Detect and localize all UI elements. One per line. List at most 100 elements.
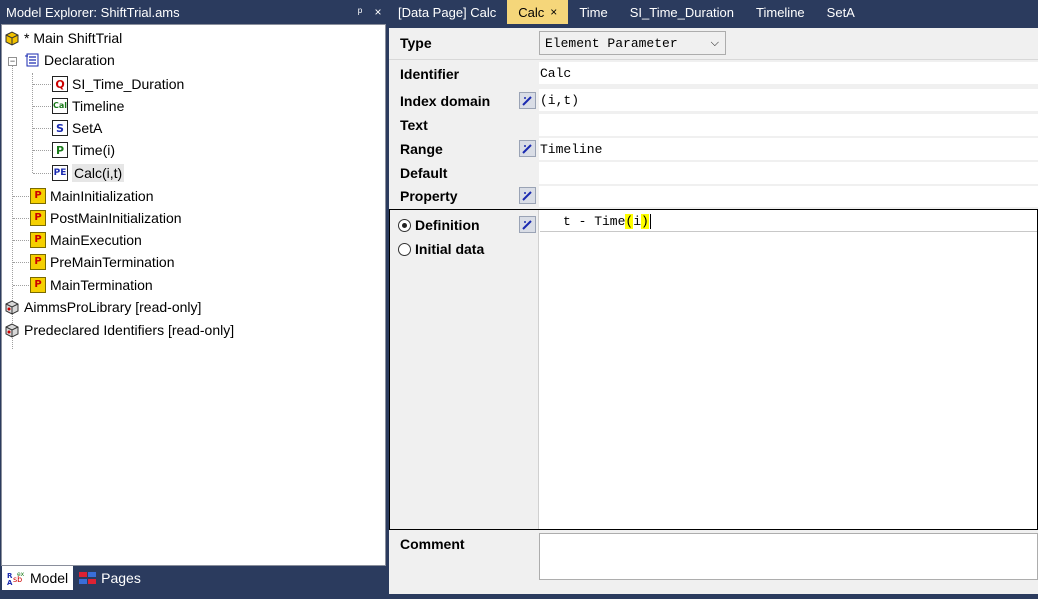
pages-tab-icon <box>79 572 97 584</box>
tree-item-label: Predeclared Identifiers [read-only] <box>24 322 235 338</box>
definition-radio[interactable]: Definition <box>398 217 480 233</box>
tree-item-seta[interactable]: S SetA <box>52 117 102 139</box>
identifier-label: Identifier <box>400 66 460 82</box>
wizard-icon <box>522 191 532 201</box>
tab-pages[interactable]: Pages <box>73 566 146 590</box>
tree-item-label: AimmsProLibrary [read-only] <box>24 299 202 315</box>
library-icon <box>5 300 19 315</box>
identifier-field[interactable]: Calc <box>539 62 1038 84</box>
library-icon <box>5 323 19 338</box>
tree-item-label: Calc(i,t) <box>72 164 125 182</box>
default-field[interactable] <box>539 162 1038 184</box>
tree-item-pre-main-termination[interactable]: P PreMainTermination <box>30 251 175 273</box>
property-label: Property <box>400 188 458 204</box>
tab-label: SI_Time_Duration <box>629 4 735 20</box>
code-text: t - Time <box>563 214 626 229</box>
tree-item-label: SetA <box>72 120 103 136</box>
set-icon: S <box>52 120 68 136</box>
identifier-value: Calc <box>540 65 572 81</box>
radio-unselected-icon <box>398 242 411 256</box>
code-text: i <box>633 214 642 229</box>
property-wizard-button[interactable] <box>519 187 536 204</box>
definition-panel: Definition Initial data t - Time(i) <box>389 209 1038 530</box>
comment-label: Comment <box>400 536 465 552</box>
wizard-icon <box>522 96 532 106</box>
parameter-icon: P <box>52 142 68 158</box>
model-explorer-title: Model Explorer: ShiftTrial.ams <box>6 4 180 20</box>
tab-timeline[interactable]: Timeline <box>745 0 816 24</box>
tab-label: Timeline <box>756 4 805 20</box>
type-value: Element Parameter <box>545 35 678 51</box>
tree-item-label: Declaration <box>44 52 115 68</box>
range-field[interactable]: Timeline <box>539 138 1038 160</box>
chevron-down-icon: ⌵ <box>710 36 719 49</box>
tree-item-label: PostMainInitialization <box>50 210 182 226</box>
tree-line <box>33 173 51 174</box>
tree-line <box>13 262 29 263</box>
tree-line <box>32 73 33 173</box>
type-dropdown[interactable]: Element Parameter ⌵ <box>539 31 726 55</box>
attribute-form: Type Element Parameter ⌵ Identifier Calc… <box>389 28 1038 594</box>
tab-label: Model <box>30 570 69 586</box>
tree-item-label: SI_Time_Duration <box>72 76 185 92</box>
range-value: Timeline <box>540 141 603 157</box>
tree-item-post-main-initialization[interactable]: P PostMainInitialization <box>30 207 182 229</box>
definition-code-line[interactable]: t - Time(i) <box>540 212 1037 232</box>
procedure-icon: P <box>30 254 46 270</box>
tree-item-main-execution[interactable]: P MainExecution <box>30 229 142 251</box>
definition-wizard-button[interactable] <box>519 216 536 233</box>
declaration-icon <box>25 53 39 67</box>
tab-si-time-duration[interactable]: SI_Time_Duration <box>619 0 745 24</box>
tree-item-calc[interactable]: PE Calc(i,t) <box>52 162 125 184</box>
tree-item-si-time-duration[interactable]: Q SI_Time_Duration <box>52 73 184 95</box>
procedure-icon: P <box>30 188 46 204</box>
tab-time[interactable]: Time <box>568 0 618 24</box>
tab-label: Calc <box>518 4 545 20</box>
tree-item-declaration[interactable]: Declaration <box>24 49 115 71</box>
tab-seta[interactable]: SetA <box>816 0 866 24</box>
range-wizard-button[interactable] <box>519 140 536 157</box>
close-tab-icon[interactable]: × <box>550 5 557 19</box>
radio-selected-icon <box>398 218 411 232</box>
tab-data-page-calc[interactable]: [Data Page] Calc <box>387 0 507 24</box>
tree-line <box>13 196 29 197</box>
tree-line <box>33 84 51 85</box>
tab-label: SetA <box>826 4 855 20</box>
model-tab-icon: R A sb ex <box>7 571 25 586</box>
svg-text:ex: ex <box>17 571 25 578</box>
procedure-icon: P <box>30 232 46 248</box>
tree-item-main-model[interactable]: * Main ShiftTrial <box>4 27 122 49</box>
tree-item-predeclared-identifiers[interactable]: Predeclared Identifiers [read-only] <box>4 319 234 341</box>
close-icon[interactable]: × <box>369 5 387 19</box>
index-domain-field[interactable]: (i,t) <box>539 89 1038 111</box>
tree-item-time[interactable]: P Time(i) <box>52 139 115 161</box>
tab-label: Time <box>579 4 608 20</box>
index-domain-wizard-button[interactable] <box>519 92 536 109</box>
tab-model[interactable]: R A sb ex Model <box>2 566 74 590</box>
range-label: Range <box>400 141 443 157</box>
tree-item-label: Timeline <box>72 98 125 114</box>
collapse-icon[interactable]: − <box>8 57 17 66</box>
tree-item-aimms-pro-library[interactable]: AimmsProLibrary [read-only] <box>4 296 201 318</box>
type-label: Type <box>400 35 432 51</box>
initial-data-radio-label: Initial data <box>415 241 485 257</box>
divider <box>389 59 1038 60</box>
tree-item-main-initialization[interactable]: P MainInitialization <box>30 185 154 207</box>
tree-item-main-termination[interactable]: P MainTermination <box>30 274 153 296</box>
definition-radio-label: Definition <box>415 217 480 233</box>
default-label: Default <box>400 165 448 181</box>
tab-label: [Data Page] Calc <box>398 4 497 20</box>
text-caret <box>649 214 651 229</box>
comment-field[interactable] <box>539 533 1038 580</box>
tree-line <box>33 106 51 107</box>
pin-icon[interactable]: ᵖ <box>351 5 369 19</box>
initial-data-radio[interactable]: Initial data <box>398 241 484 257</box>
tree-item-timeline[interactable]: Cal Timeline <box>52 95 124 117</box>
text-field[interactable] <box>539 114 1038 136</box>
paren-highlight: ( <box>625 214 634 229</box>
definition-editor[interactable]: t - Time(i) <box>538 210 1037 529</box>
document-tab-strip: [Data Page] Calc Calc × Time SI_Time_Dur… <box>387 0 1038 24</box>
tree-item-label: Time(i) <box>72 142 116 158</box>
tab-calc[interactable]: Calc × <box>507 0 569 24</box>
property-field[interactable] <box>539 186 1038 207</box>
